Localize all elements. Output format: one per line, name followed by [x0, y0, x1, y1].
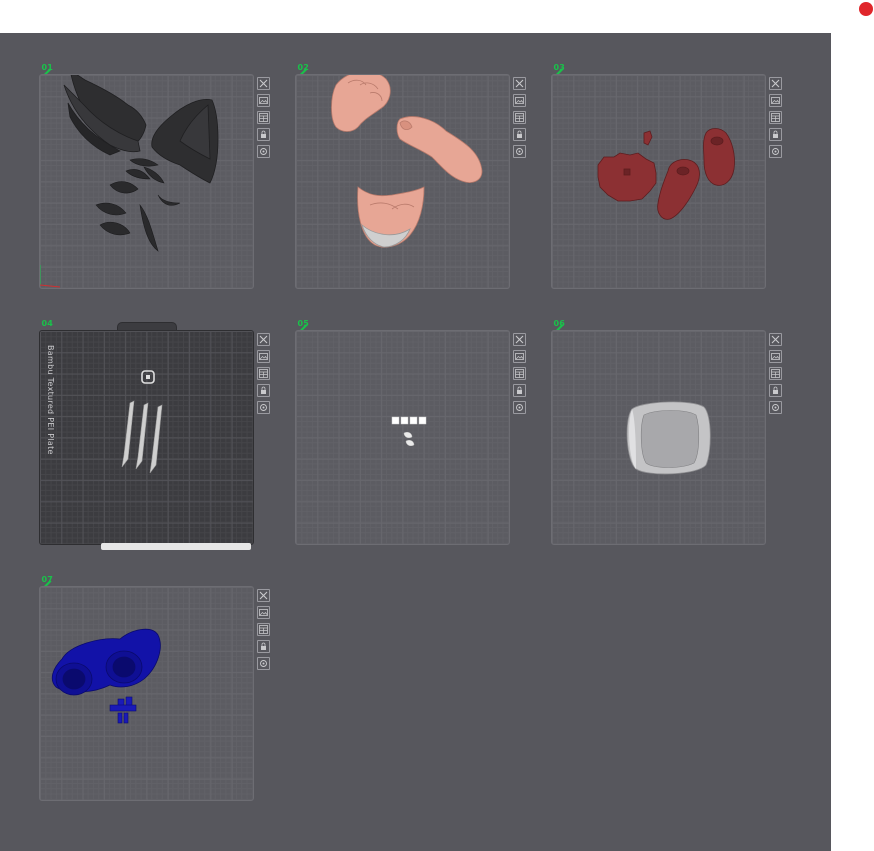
wing-left[interactable] — [63, 75, 147, 156]
build-plate[interactable]: Bambu Textured PEI Plate — [39, 330, 254, 545]
build-plate[interactable] — [39, 74, 254, 289]
settings-icon[interactable] — [769, 145, 782, 158]
plate-models[interactable] — [40, 331, 254, 545]
close-icon[interactable] — [769, 77, 782, 90]
arrange-icon[interactable] — [513, 111, 526, 124]
settings-icon[interactable] — [513, 145, 526, 158]
plate-models[interactable] — [296, 75, 510, 289]
image-icon[interactable] — [513, 94, 526, 107]
plate-number: 04 — [41, 319, 53, 328]
settings-icon[interactable] — [769, 401, 782, 414]
build-plate[interactable] — [551, 330, 766, 545]
plate-toolbar — [257, 589, 270, 674]
plate-models[interactable] — [552, 331, 766, 545]
fist-arm[interactable] — [331, 75, 391, 132]
arrange-icon[interactable] — [257, 367, 270, 380]
plate-models[interactable] — [40, 75, 254, 289]
axis-gizmo — [40, 265, 61, 288]
plate-models[interactable] — [40, 587, 254, 801]
settings-icon[interactable] — [257, 145, 270, 158]
bambu-logo — [141, 370, 155, 384]
plate-number: 03 — [553, 63, 565, 72]
lock-icon[interactable] — [257, 384, 270, 397]
image-icon[interactable] — [257, 94, 270, 107]
plate-bottom-bar — [101, 543, 251, 550]
head[interactable] — [357, 186, 425, 248]
lock-icon[interactable] — [769, 128, 782, 141]
plate-number: 05 — [297, 319, 309, 328]
settings-icon[interactable] — [257, 657, 270, 670]
image-icon[interactable] — [769, 350, 782, 363]
plate-toolbar — [769, 77, 782, 162]
plate-number: 01 — [41, 63, 53, 72]
close-icon[interactable] — [257, 77, 270, 90]
arrange-icon[interactable] — [769, 111, 782, 124]
plate-canvas[interactable]: 01 02 03 Bambu Textured PEI Plate 04 05 … — [0, 33, 831, 851]
plate-number: 06 — [553, 319, 565, 328]
recording-indicator — [859, 2, 873, 16]
plate-toolbar — [513, 77, 526, 162]
wing-right[interactable] — [151, 98, 219, 184]
plate-toolbar — [257, 77, 270, 162]
lock-icon[interactable] — [769, 384, 782, 397]
lock-icon[interactable] — [513, 128, 526, 141]
close-icon[interactable] — [769, 333, 782, 346]
feathers[interactable] — [95, 158, 181, 252]
build-plate[interactable] — [295, 74, 510, 289]
ring-part[interactable] — [626, 401, 711, 475]
build-plate[interactable] — [39, 586, 254, 801]
image-icon[interactable] — [769, 94, 782, 107]
close-icon[interactable] — [513, 77, 526, 90]
small-cubes[interactable] — [391, 416, 427, 425]
forearm[interactable] — [396, 116, 483, 183]
plate-models[interactable] — [552, 75, 766, 289]
small-peg[interactable] — [643, 130, 653, 146]
plate-number: 07 — [41, 575, 53, 584]
blue-tube-parts[interactable] — [51, 628, 161, 696]
plate-toolbar — [257, 333, 270, 418]
lock-icon[interactable] — [513, 384, 526, 397]
plate-toolbar — [769, 333, 782, 418]
arrange-icon[interactable] — [769, 367, 782, 380]
image-icon[interactable] — [513, 350, 526, 363]
small-clips[interactable] — [403, 431, 415, 447]
lock-icon[interactable] — [257, 640, 270, 653]
build-plate[interactable] — [551, 74, 766, 289]
blue-small-parts[interactable] — [109, 696, 137, 724]
boot-left[interactable] — [657, 159, 700, 220]
plate-toolbar — [513, 333, 526, 418]
lock-icon[interactable] — [257, 128, 270, 141]
settings-icon[interactable] — [257, 401, 270, 414]
plate-models[interactable] — [296, 331, 510, 545]
claws[interactable] — [121, 400, 163, 474]
arrange-icon[interactable] — [257, 623, 270, 636]
boot-right[interactable] — [703, 128, 735, 186]
arrange-icon[interactable] — [513, 367, 526, 380]
round-base[interactable] — [597, 152, 657, 202]
settings-icon[interactable] — [513, 401, 526, 414]
build-plate[interactable] — [295, 330, 510, 545]
close-icon[interactable] — [513, 333, 526, 346]
close-icon[interactable] — [257, 589, 270, 602]
arrange-icon[interactable] — [257, 111, 270, 124]
image-icon[interactable] — [257, 606, 270, 619]
plate-number: 02 — [297, 63, 309, 72]
close-icon[interactable] — [257, 333, 270, 346]
image-icon[interactable] — [257, 350, 270, 363]
